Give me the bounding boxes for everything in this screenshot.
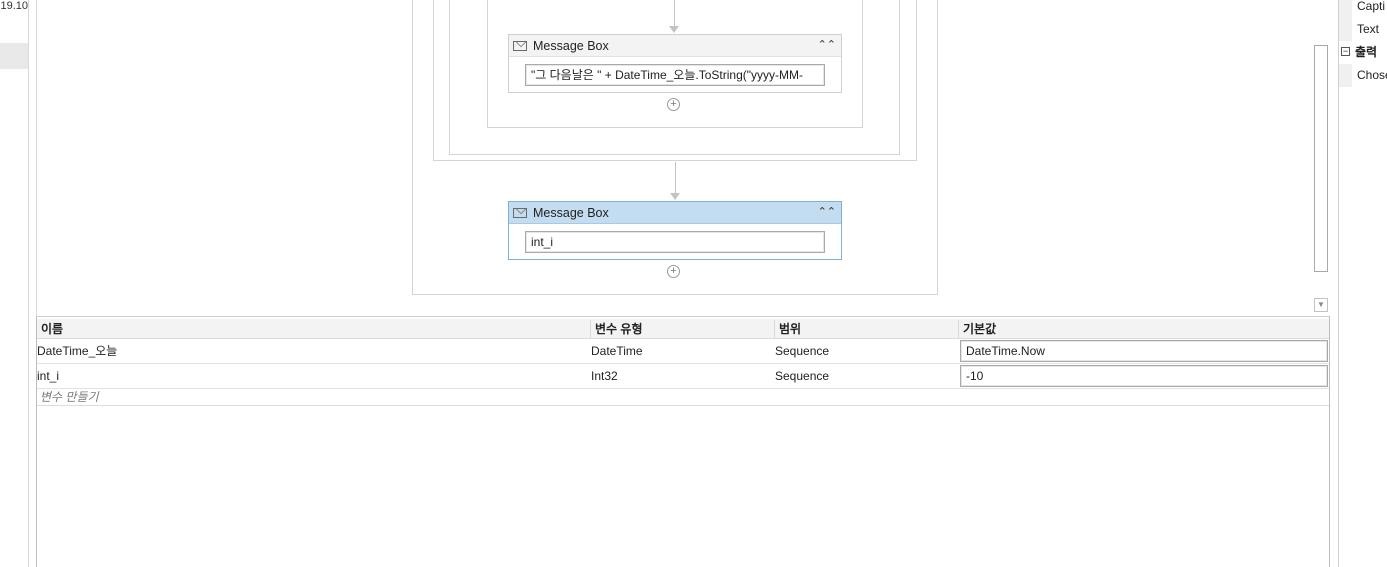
property-section-output[interactable]: − 출력 xyxy=(1339,41,1387,64)
left-panel xyxy=(0,0,29,567)
property-label: Capti xyxy=(1357,0,1386,13)
connector-line xyxy=(674,0,675,27)
property-row[interactable]: Capti xyxy=(1339,0,1387,18)
table-row[interactable]: int_i Int32 Sequence -10 xyxy=(37,364,1329,389)
variable-name[interactable]: int_i xyxy=(37,364,59,388)
connector-arrow xyxy=(670,193,680,200)
variable-type[interactable]: Int32 xyxy=(591,364,618,388)
activity-header[interactable]: Message Box ⌃⌃ xyxy=(509,202,841,224)
add-activity-icon[interactable]: + xyxy=(667,265,680,278)
connector-line xyxy=(675,162,676,193)
message-box-activity-selected[interactable]: Message Box ⌃⌃ int_i xyxy=(508,201,842,260)
activity-title: Message Box xyxy=(533,38,609,53)
variable-name[interactable]: DateTime_오늘 xyxy=(37,339,117,363)
variable-type[interactable]: DateTime xyxy=(591,339,643,363)
left-panel-selected-row[interactable] xyxy=(0,43,28,69)
property-row[interactable]: Text xyxy=(1339,18,1387,41)
property-label: Chose xyxy=(1357,68,1387,82)
version-text: 19.10 xyxy=(0,0,28,12)
column-header-type[interactable]: 변수 유형 xyxy=(590,320,774,338)
property-label: Text xyxy=(1357,22,1380,36)
message-box-activity[interactable]: Message Box ⌃⌃ "그 다음날은 " + DateTime_오늘.T… xyxy=(508,34,842,93)
create-variable-row[interactable]: 변수 만들기 xyxy=(37,389,1329,406)
envelope-icon xyxy=(513,207,527,218)
property-row[interactable]: Chose xyxy=(1339,64,1387,87)
column-header-scope[interactable]: 범위 xyxy=(774,320,958,338)
envelope-icon xyxy=(513,40,527,51)
table-row[interactable]: DateTime_오늘 DateTime Sequence DateTime.N… xyxy=(37,339,1329,364)
scroll-down-icon[interactable]: ▼ xyxy=(1314,298,1328,312)
column-header-default[interactable]: 기본값 xyxy=(958,320,1329,338)
connector-arrow xyxy=(669,26,679,33)
scrollbar-thumb[interactable] xyxy=(1314,45,1328,272)
collapse-icon[interactable]: ⌃⌃ xyxy=(818,204,836,220)
collapse-section-icon[interactable]: − xyxy=(1341,47,1350,56)
text-expression-field[interactable]: "그 다음날은 " + DateTime_오늘.ToString("yyyy-M… xyxy=(525,64,825,86)
collapse-icon[interactable]: ⌃⌃ xyxy=(818,37,836,53)
variable-scope[interactable]: Sequence xyxy=(775,364,829,388)
property-gutter xyxy=(1339,0,1352,18)
variable-default-field[interactable]: DateTime.Now xyxy=(960,340,1328,362)
property-gutter xyxy=(1339,64,1352,87)
column-header-name[interactable]: 이름 xyxy=(37,320,590,338)
property-gutter xyxy=(1339,18,1352,41)
add-activity-icon[interactable]: + xyxy=(667,98,680,111)
activity-header[interactable]: Message Box ⌃⌃ xyxy=(509,35,841,57)
variable-default-field[interactable]: -10 xyxy=(960,365,1328,387)
activity-title: Message Box xyxy=(533,205,609,220)
variable-scope[interactable]: Sequence xyxy=(775,339,829,363)
section-label: 출력 xyxy=(1355,45,1378,59)
text-expression-field[interactable]: int_i xyxy=(525,231,825,253)
